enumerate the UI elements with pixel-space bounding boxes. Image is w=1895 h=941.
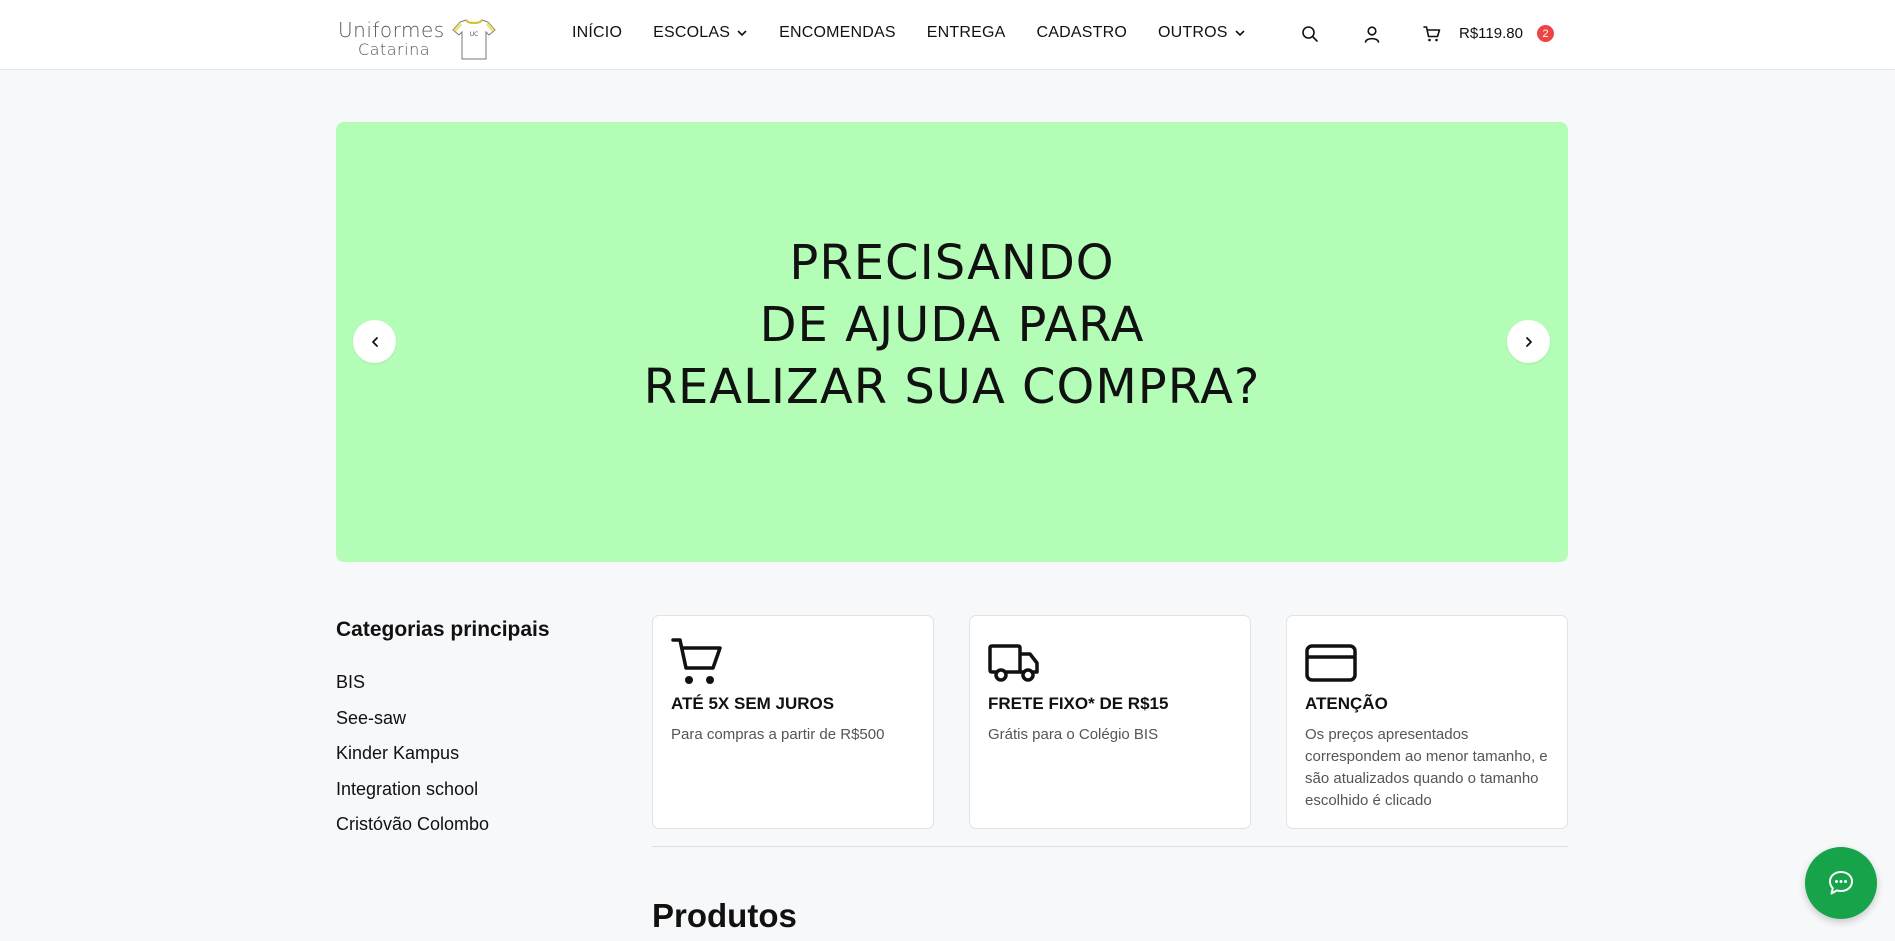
feature-text: Os preços apresentados correspondem ao m… xyxy=(1305,726,1548,809)
banner-line-2: DE AJUDA PARA xyxy=(759,297,1145,353)
banner-next-button[interactable] xyxy=(1507,320,1550,363)
account-button[interactable] xyxy=(1360,22,1384,46)
chevron-down-icon xyxy=(1235,30,1245,37)
nav-inicio-label: INÍCIO xyxy=(572,24,623,41)
cart-icon xyxy=(671,638,722,684)
logo-line1: Uniformes xyxy=(338,18,445,42)
truck-icon xyxy=(988,644,1039,682)
chevron-right-icon xyxy=(1525,336,1532,347)
nav-entrega-label: ENTREGA xyxy=(926,24,1006,41)
logo-line2: Catarina xyxy=(358,40,431,59)
logo[interactable]: Uniformes Catarina UC xyxy=(338,12,503,66)
products-title: Produtos xyxy=(652,897,797,934)
feature-title: ATENÇÃO xyxy=(1305,694,1388,713)
logo-shirt-mark: UC xyxy=(469,31,478,38)
banner-prev-button[interactable] xyxy=(353,320,396,363)
nav-cadastro[interactable]: CADASTRO xyxy=(1037,24,1128,42)
hero-banner[interactable]: PRECISANDO DE AJUDA PARA REALIZAR SUA CO… xyxy=(336,122,1568,562)
banner-line-3: REALIZAR SUA COMPRA? xyxy=(643,359,1261,415)
feature-title: FRETE FIXO* DE R$15 xyxy=(988,694,1169,713)
category-item[interactable]: BIS xyxy=(336,665,489,701)
user-icon xyxy=(1364,26,1380,43)
banner-line-1: PRECISANDO xyxy=(789,235,1115,291)
chevron-down-icon xyxy=(737,30,747,37)
cart-total[interactable]: R$119.80 xyxy=(1459,25,1523,42)
category-item[interactable]: Cristóvão Colombo xyxy=(336,807,489,843)
nav-encomendas[interactable]: ENCOMENDAS xyxy=(779,24,896,42)
category-item[interactable]: See-saw xyxy=(336,701,489,737)
feature-text: Para compras a partir de R$500 xyxy=(671,726,885,743)
cart-count-badge: 2 xyxy=(1537,25,1554,42)
site-header: Uniformes Catarina UC INÍCIO ESCOLAS ENC… xyxy=(0,0,1895,70)
nav-cadastro-label: CADASTRO xyxy=(1036,24,1128,41)
chat-button[interactable] xyxy=(1805,847,1877,919)
nav-inicio[interactable]: INÍCIO xyxy=(572,24,622,42)
nav-escolas[interactable]: ESCOLAS xyxy=(653,24,748,42)
banner-text: PRECISANDO DE AJUDA PARA REALIZAR SUA CO… xyxy=(336,232,1568,418)
chevron-left-icon xyxy=(371,336,378,347)
chat-icon xyxy=(1829,871,1853,895)
tshirt-logo-icon: UC xyxy=(452,19,496,60)
feature-card-installments: ATÉ 5X SEM JUROS Para compras a partir d… xyxy=(652,615,934,829)
feature-title: ATÉ 5X SEM JUROS xyxy=(671,694,835,713)
categories-list: BIS See-saw Kinder Kampus Integration sc… xyxy=(336,665,489,843)
section-divider xyxy=(652,846,1568,847)
feature-card-shipping: FRETE FIXO* DE R$15 Grátis para o Colégi… xyxy=(969,615,1251,829)
categories-title: Categorias principais xyxy=(336,618,550,641)
nav-escolas-label: ESCOLAS xyxy=(653,24,731,41)
nav-entrega[interactable]: ENTREGA xyxy=(927,24,1006,42)
logo-text: Uniformes Catarina xyxy=(338,20,445,58)
search-button[interactable] xyxy=(1298,22,1322,46)
category-item[interactable]: Kinder Kampus xyxy=(336,736,489,772)
feature-card-notice: ATENÇÃO Os preços apresentados correspon… xyxy=(1286,615,1568,829)
nav-encomendas-label: ENCOMENDAS xyxy=(779,24,896,41)
cart-icon xyxy=(1423,26,1441,42)
cart-button[interactable] xyxy=(1420,22,1444,46)
category-item[interactable]: Integration school xyxy=(336,772,489,808)
nav-outros[interactable]: OUTROS xyxy=(1158,24,1246,42)
feature-text: Grátis para o Colégio BIS xyxy=(988,726,1159,743)
main-nav: INÍCIO ESCOLAS ENCOMENDAS ENTREGA CADAST… xyxy=(572,24,1246,42)
credit-card-icon xyxy=(1305,644,1357,682)
search-icon xyxy=(1302,26,1318,42)
nav-outros-label: OUTROS xyxy=(1158,24,1228,41)
